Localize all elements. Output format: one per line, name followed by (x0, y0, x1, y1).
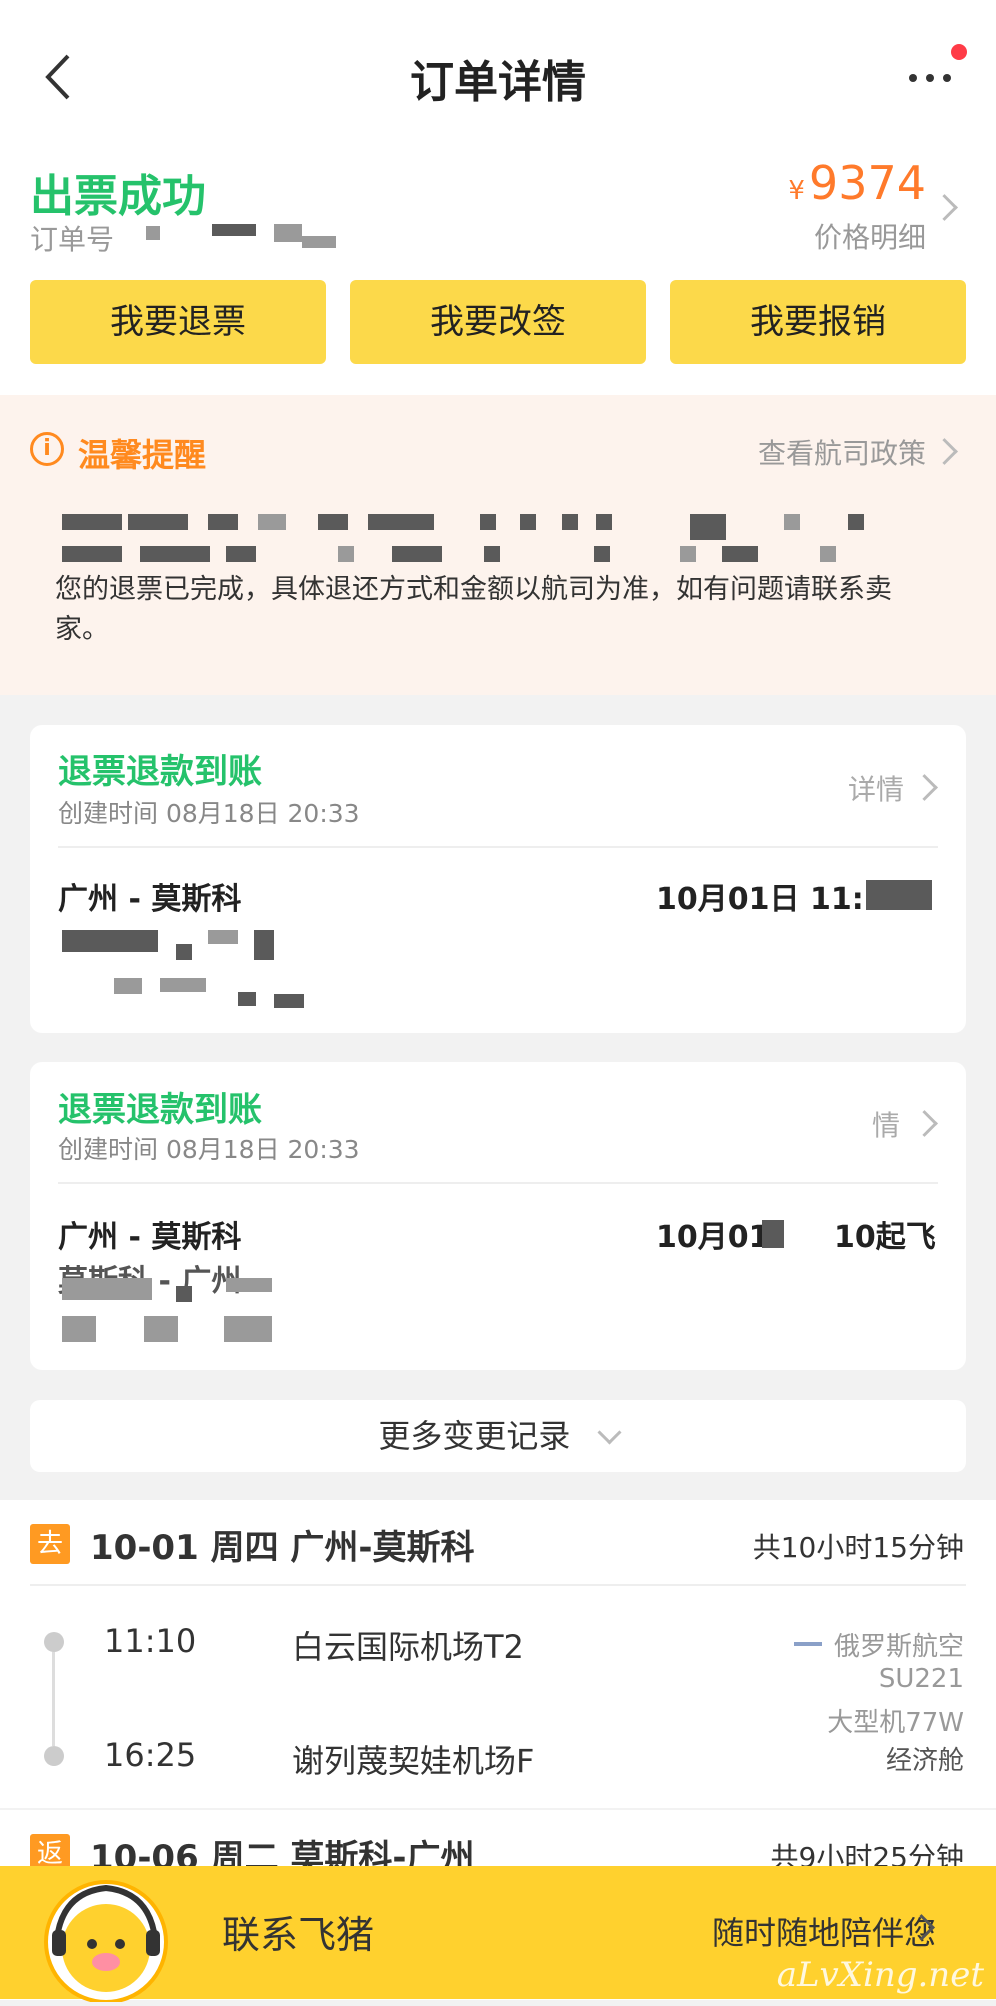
change-route: 广州 - 莫斯科 (58, 882, 242, 917)
order-status: 出票成功 (30, 171, 206, 222)
redacted-notice-text (562, 514, 578, 530)
redacted-notice-text (258, 514, 286, 530)
outbound-duration: 共10小时15分钟 (752, 1531, 964, 1564)
site-watermark: aLvXing.net (776, 1955, 984, 1995)
outbound-tag: 去 (30, 1524, 70, 1564)
currency-symbol: ¥ (788, 176, 805, 206)
redacted-time (866, 880, 932, 910)
price-value: 9374 (808, 156, 926, 210)
divider (58, 1182, 938, 1184)
arrival-airport: 谢列蔑契娃机场F (292, 1742, 535, 1780)
redacted-notice-text (680, 546, 696, 562)
more-records-label: 更多变更记录 (378, 1417, 571, 1455)
redacted-info (160, 978, 206, 992)
redacted-notice-text (596, 514, 612, 530)
change-flight-time: 10月01 (656, 1220, 770, 1255)
departure-dot (44, 1632, 64, 1652)
refund-button[interactable]: 我要退票 (30, 280, 326, 364)
redacted-notice-text (392, 546, 442, 562)
airline-name: 俄罗斯航空 (833, 1632, 964, 1662)
notice-text: 您的退票已完成，具体退还方式和金额以航司为准，如有问题请联系卖家。 (55, 574, 892, 645)
redacted-notice-text (338, 546, 354, 562)
more-menu-icon[interactable] (905, 62, 955, 92)
redacted-time (762, 1220, 784, 1248)
more-change-records-button[interactable]: 更多变更记录 (30, 1400, 966, 1472)
notice-title: 温馨提醒 (78, 436, 207, 474)
redacted-notice-text (226, 546, 256, 562)
redacted-notice-text (208, 514, 238, 530)
contact-fliggy-label: 联系飞猪 (222, 1913, 375, 1957)
departure-airport: 白云国际机场T2 (292, 1628, 524, 1666)
arrival-dot (44, 1746, 64, 1766)
redacted-info (254, 930, 274, 960)
outbound-heading: 10-01 周四 广州-莫斯科 (90, 1528, 475, 1568)
chevron-down-icon (597, 1420, 622, 1445)
redacted-notice-text (690, 514, 726, 540)
change-created-time: 创建时间 08月18日 20:33 (58, 799, 360, 828)
change-route: 广州 - 莫斯科 (58, 1220, 242, 1255)
redacted-notice-text (480, 514, 496, 530)
divider (30, 1584, 966, 1586)
redacted-notice-text (784, 514, 800, 530)
redacted-notice-text (848, 514, 864, 530)
departure-time: 11:10 (104, 1622, 197, 1660)
cabin-class: 经济舱 (885, 1746, 964, 1776)
redacted-info (62, 930, 158, 952)
change-flight-time: 10月01日 11: (656, 882, 864, 917)
redacted-info (62, 1278, 152, 1300)
aircraft-type: 大型机77W (827, 1708, 964, 1738)
redacted-notice-text (520, 514, 536, 530)
redacted-info (226, 1278, 272, 1292)
redacted-info (144, 1316, 178, 1342)
redacted-order-number (274, 224, 302, 242)
redacted-info (114, 978, 142, 994)
redacted-info (176, 1286, 192, 1302)
order-price[interactable]: ¥9374 (788, 156, 926, 210)
change-detail-link[interactable]: 情 (872, 1104, 900, 1144)
redacted-info (274, 994, 304, 1008)
fliggy-mascot-icon (36, 1872, 176, 2004)
redacted-notice-text (368, 514, 434, 530)
page-title: 订单详情 (410, 57, 586, 108)
price-detail-link[interactable]: 价格明细 (814, 216, 926, 256)
redacted-order-number (146, 226, 160, 240)
change-ticket-button[interactable]: 我要改签 (350, 280, 646, 364)
redacted-notice-text (722, 546, 758, 562)
redacted-info (224, 1316, 272, 1342)
change-flight-time-tail: 10起飞 (834, 1220, 936, 1255)
redacted-notice-text (820, 546, 836, 562)
redacted-notice-text (318, 514, 348, 530)
redacted-notice-text (128, 514, 188, 530)
change-title: 退票退款到账 (58, 1090, 262, 1130)
airline-policy-link[interactable]: 查看航司政策 (758, 432, 926, 472)
change-created-time: 创建时间 08月18日 20:33 (58, 1135, 360, 1164)
arrival-time: 16:25 (104, 1736, 197, 1774)
redacted-notice-text (62, 514, 122, 530)
redacted-notice-text (62, 546, 122, 562)
flight-number: SU221 (878, 1664, 964, 1694)
info-icon: i (30, 432, 64, 466)
change-title: 退票退款到账 (58, 752, 262, 792)
redacted-info (62, 1316, 96, 1342)
route-line (52, 1652, 55, 1746)
redacted-order-number (302, 236, 336, 248)
redacted-order-number (212, 224, 256, 236)
airline-logo-icon (794, 1642, 822, 1646)
redacted-info (238, 992, 256, 1006)
order-number-label: 订单号 (30, 223, 115, 256)
divider (58, 846, 938, 848)
notification-dot (951, 44, 967, 60)
redacted-notice-text (140, 546, 210, 562)
redacted-notice-text (484, 546, 500, 562)
contact-slogan: 随时随地陪伴您 (711, 1914, 936, 1952)
redacted-info (176, 944, 192, 960)
redacted-notice-text (594, 546, 610, 562)
reimbursement-button[interactable]: 我要报销 (670, 280, 966, 364)
redacted-info (208, 930, 238, 944)
change-detail-link[interactable]: 详情 (848, 768, 904, 808)
